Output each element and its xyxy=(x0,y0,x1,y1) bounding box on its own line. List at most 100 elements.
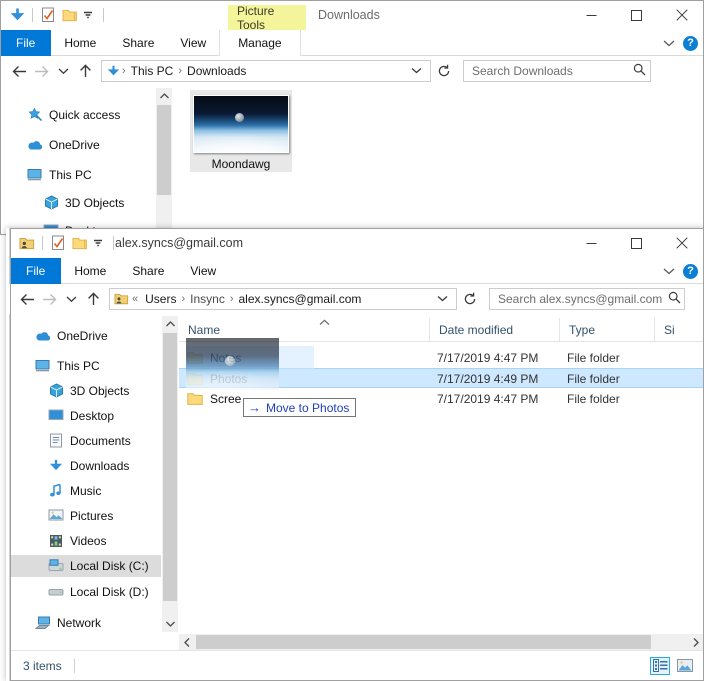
new-folder-icon[interactable] xyxy=(71,234,89,252)
titlebar-downloads[interactable]: Picture Tools Downloads xyxy=(0,0,704,32)
sidebar-item-onedrive[interactable]: OneDrive xyxy=(11,325,161,346)
ribbon-tabs-downloads[interactable]: File Home Share View Manage ? xyxy=(0,30,704,56)
help-icon[interactable]: ? xyxy=(683,263,698,279)
sidebar-item-this-pc[interactable]: This PC xyxy=(1,164,156,185)
breadcrumb-account[interactable]: alex.syncs@gmail.com xyxy=(235,292,366,306)
quick-access-toolbar[interactable] xyxy=(8,0,110,30)
sidebar-item-quick-access[interactable]: Quick access xyxy=(1,104,156,125)
address-breadcrumb-insync[interactable]: « Users › Insync › alex.syncs@gmail.com xyxy=(109,288,457,310)
nav-pane-scrollbar-insync[interactable] xyxy=(162,316,178,632)
tab-home[interactable]: Home xyxy=(51,30,109,56)
maximize-button[interactable] xyxy=(614,228,659,258)
address-dropdown-chevron-icon[interactable] xyxy=(405,66,428,77)
scrollbar-thumb[interactable] xyxy=(163,333,177,601)
ribbon-tabs-insync[interactable]: File Home Share View ? xyxy=(10,258,704,284)
close-button[interactable] xyxy=(659,0,704,30)
sidebar-item-desktop[interactable]: Desktop xyxy=(11,405,161,426)
up-button[interactable] xyxy=(82,286,104,312)
address-row-insync[interactable]: « Users › Insync › alex.syncs@gmail.com … xyxy=(6,284,704,314)
minimize-button[interactable] xyxy=(569,228,614,258)
sidebar-item-pictures[interactable]: Pictures xyxy=(11,505,161,526)
new-folder-icon[interactable] xyxy=(61,6,79,24)
tab-share[interactable]: Share xyxy=(119,258,177,284)
sidebar-item-documents[interactable]: Documents xyxy=(11,430,161,451)
back-button[interactable] xyxy=(8,58,30,84)
address-row-downloads[interactable]: › This PC › Downloads Search Downloads xyxy=(0,56,704,86)
large-icons-view-button[interactable] xyxy=(675,657,695,675)
customize-qat-chevron-icon[interactable] xyxy=(89,234,107,252)
sidebar-item-music[interactable]: Music xyxy=(11,480,161,501)
search-input-insync[interactable]: Search alex.syncs@gmail.com xyxy=(489,288,685,310)
breadcrumb-this-pc[interactable]: This PC xyxy=(127,64,178,78)
sidebar-item-this-pc[interactable]: This PC xyxy=(11,355,161,376)
view-mode-buttons[interactable] xyxy=(650,651,695,680)
file-list-downloads[interactable]: Moondawg xyxy=(173,88,703,234)
downloads-folder-icon[interactable] xyxy=(8,6,26,24)
ribbon-expand-chevron-icon[interactable] xyxy=(663,34,675,52)
help-icon[interactable]: ? xyxy=(683,35,698,51)
sidebar-item-3d-objects[interactable]: 3D Objects xyxy=(1,192,156,213)
sidebar-item-3d-objects[interactable]: 3D Objects xyxy=(11,380,161,401)
customize-qat-chevron-icon[interactable] xyxy=(79,6,97,24)
sidebar-item-network[interactable]: Network xyxy=(11,612,161,632)
explorer-window-insync[interactable]: alex.syncs@gmail.com File Home Share Vie… xyxy=(6,228,704,681)
sidebar-item-downloads[interactable]: Downloads xyxy=(11,455,161,476)
search-icon[interactable] xyxy=(627,63,646,79)
search-input-downloads[interactable]: Search Downloads xyxy=(463,60,651,82)
tab-view[interactable]: View xyxy=(177,258,229,284)
maximize-button[interactable] xyxy=(614,0,659,30)
nav-pane-scrollbar-downloads[interactable] xyxy=(156,88,172,234)
user-folder-icon[interactable] xyxy=(18,234,36,252)
ribbon-expand-chevron-icon[interactable] xyxy=(663,262,675,280)
breadcrumb-insync[interactable]: Insync xyxy=(186,292,229,306)
minimize-button[interactable] xyxy=(569,0,614,30)
tab-home[interactable]: Home xyxy=(61,258,119,284)
up-button[interactable] xyxy=(74,58,96,84)
scroll-up-arrow-icon[interactable] xyxy=(156,88,172,104)
recent-locations-chevron-icon[interactable] xyxy=(52,58,74,84)
tab-share[interactable]: Share xyxy=(109,30,167,56)
details-view-button[interactable] xyxy=(650,656,670,675)
file-list-hscrollbar[interactable] xyxy=(179,634,704,650)
window-controls-insync[interactable] xyxy=(569,228,704,258)
sidebar-item-onedrive[interactable]: OneDrive xyxy=(1,134,156,155)
sidebar-item-local-disk-c[interactable]: Local Disk (C:) xyxy=(11,555,161,577)
scroll-down-arrow-icon[interactable] xyxy=(162,616,178,632)
breadcrumb-overflow[interactable]: « xyxy=(129,293,141,305)
column-header-date-modified[interactable]: Date modified xyxy=(429,318,559,341)
navigation-pane-insync[interactable]: OneDrive This PC 3D Objects Desktop Docu… xyxy=(11,316,161,632)
close-button[interactable] xyxy=(659,228,704,258)
tab-view[interactable]: View xyxy=(167,30,219,56)
breadcrumb-users[interactable]: Users xyxy=(141,292,180,306)
column-header-type[interactable]: Type xyxy=(559,318,654,341)
file-item-moondawg[interactable]: Moondawg xyxy=(190,90,292,172)
scroll-left-arrow-icon[interactable] xyxy=(179,634,195,650)
quick-access-toolbar-insync[interactable] xyxy=(18,228,120,258)
properties-icon[interactable] xyxy=(49,234,67,252)
hscrollbar-thumb[interactable] xyxy=(196,635,651,649)
address-dropdown-chevron-icon[interactable] xyxy=(431,294,454,305)
row-name-cell[interactable]: Scree xyxy=(187,389,241,409)
scroll-right-arrow-icon[interactable] xyxy=(688,634,704,650)
tab-file[interactable]: File xyxy=(10,258,62,284)
titlebar-insync[interactable]: alex.syncs@gmail.com xyxy=(10,228,704,258)
recent-locations-chevron-icon[interactable] xyxy=(60,286,82,312)
breadcrumb-downloads[interactable]: Downloads xyxy=(183,64,250,78)
explorer-window-downloads[interactable]: Picture Tools Downloads File Home Share xyxy=(0,0,704,235)
search-icon[interactable] xyxy=(662,291,681,307)
address-breadcrumb-downloads[interactable]: › This PC › Downloads xyxy=(101,60,431,82)
navigation-pane-downloads[interactable]: Quick access OneDrive This PC 3D Objects xyxy=(1,88,156,234)
back-button[interactable] xyxy=(16,286,38,312)
scroll-up-arrow-icon[interactable] xyxy=(162,316,178,332)
refresh-button[interactable] xyxy=(459,288,481,310)
contextual-tab-picture-tools[interactable]: Picture Tools xyxy=(228,4,306,32)
tab-manage[interactable]: Manage xyxy=(219,30,301,56)
column-header-size[interactable]: Si xyxy=(654,318,704,341)
window-controls-downloads[interactable] xyxy=(569,0,704,30)
scrollbar-thumb[interactable] xyxy=(157,105,171,195)
refresh-button[interactable] xyxy=(433,60,455,82)
sidebar-item-local-disk-d[interactable]: Local Disk (D:) xyxy=(11,581,161,602)
properties-icon[interactable] xyxy=(39,6,57,24)
tab-file[interactable]: File xyxy=(0,30,52,56)
sidebar-item-videos[interactable]: Videos xyxy=(11,530,161,551)
